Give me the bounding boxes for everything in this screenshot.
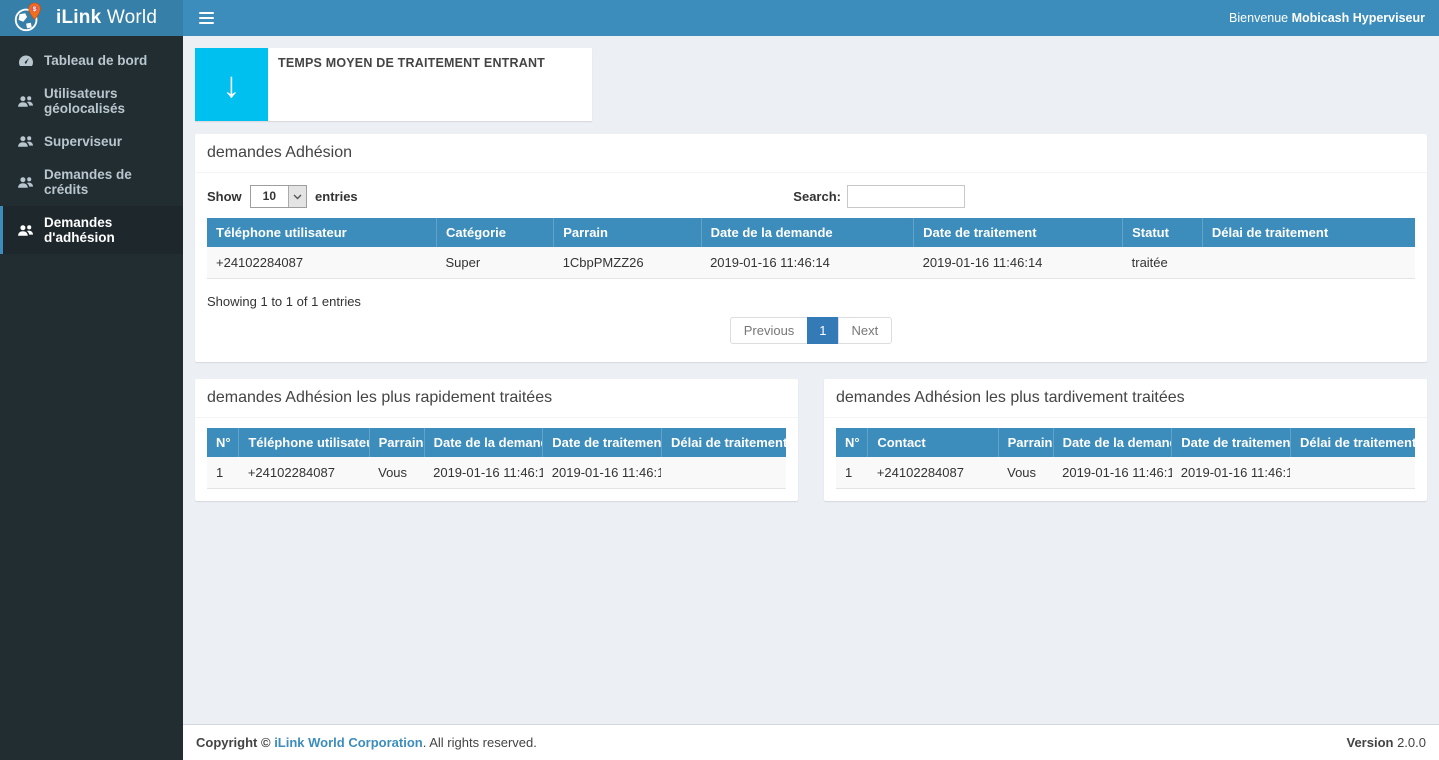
table-row: +24102284087Super1CbpPMZZ262019-01-16 11… xyxy=(207,247,1415,279)
footer: Copyright © iLink World Corporation. All… xyxy=(183,724,1439,760)
column-header[interactable]: Parrain xyxy=(554,218,701,247)
panel-rapidement-traitees: demandes Adhésion les plus rapidement tr… xyxy=(195,379,798,501)
sidebar-item-superviseur[interactable]: Superviseur xyxy=(0,125,183,158)
copyright-text: Copyright © iLink World Corporation. All… xyxy=(196,735,537,750)
users-icon xyxy=(17,176,34,189)
table-cell: +24102284087 xyxy=(868,457,998,489)
navbar: Bienvenue Mobicash Hyperviseur xyxy=(183,0,1439,36)
info-box-temps-moyen: ↓ TEMPS MOYEN DE TRAITEMENT ENTRANT xyxy=(195,48,592,121)
info-box-label: TEMPS MOYEN DE TRAITEMENT ENTRANT xyxy=(268,48,555,121)
table-cell xyxy=(1202,247,1415,279)
users-icon xyxy=(17,95,34,108)
sidebar-item-tableau-de-bord[interactable]: Tableau de bord xyxy=(0,44,183,77)
demandes-adhesion-table: Téléphone utilisateurCatégorieParrainDat… xyxy=(207,218,1415,279)
table-cell xyxy=(1290,457,1415,489)
next-page-button[interactable]: Next xyxy=(838,317,893,344)
version-text: Version 2.0.0 xyxy=(1347,735,1427,750)
column-header[interactable]: Catégorie xyxy=(437,218,554,247)
column-header: Parrain xyxy=(369,428,424,457)
table-header-row: Téléphone utilisateurCatégorieParrainDat… xyxy=(207,218,1415,247)
page-length-select[interactable]: 10 xyxy=(250,185,307,208)
search-input[interactable] xyxy=(847,185,965,208)
sidebar-item-label: Demandes de crédits xyxy=(44,167,171,197)
table-cell: 2019-01-16 11:46:14 xyxy=(543,457,662,489)
table-cell: traitée xyxy=(1123,247,1203,279)
table-info-text: Showing 1 to 1 of 1 entries xyxy=(207,294,1415,309)
welcome-message: Bienvenue Mobicash Hyperviseur xyxy=(1229,11,1439,25)
table-cell: Vous xyxy=(998,457,1053,489)
tardivement-traitees-table: N°ContactParrainDate de la demandeDate d… xyxy=(836,428,1415,489)
column-header: Date de la demande xyxy=(424,428,543,457)
ilink-corporation-link[interactable]: iLink World Corporation xyxy=(274,735,423,750)
content-area: ↓ TEMPS MOYEN DE TRAITEMENT ENTRANT dema… xyxy=(183,36,1439,724)
panel-title: demandes Adhésion xyxy=(195,134,1427,173)
table-row: 1+24102284087Vous2019-01-16 11:46:142019… xyxy=(836,457,1415,489)
table-cell xyxy=(661,457,786,489)
table-cell: 2019-01-16 11:46:14 xyxy=(424,457,543,489)
column-header: N° xyxy=(836,428,868,457)
column-header[interactable]: Téléphone utilisateur xyxy=(207,218,437,247)
users-icon xyxy=(17,224,34,237)
sidebar: Tableau de bord Utilisateurs géolocalisé… xyxy=(0,36,183,760)
column-header[interactable]: Statut xyxy=(1123,218,1203,247)
table-cell: +24102284087 xyxy=(239,457,369,489)
table-header-row: N°ContactParrainDate de la demandeDate d… xyxy=(836,428,1415,457)
column-header: Date de la demande xyxy=(1053,428,1172,457)
column-header: Contact xyxy=(868,428,998,457)
pagination: Previous 1 Next xyxy=(207,317,1415,344)
column-header[interactable]: Délai de traitement xyxy=(1202,218,1415,247)
app-window: $ iLink World Bienvenue Mobicash Hypervi… xyxy=(0,0,1439,760)
column-header: Téléphone utilisateur xyxy=(239,428,369,457)
table-cell: +24102284087 xyxy=(207,247,437,279)
search-label: Search: xyxy=(793,189,841,204)
sidebar-item-utilisateurs-geolocalises[interactable]: Utilisateurs géolocalisés xyxy=(0,77,183,125)
previous-page-button[interactable]: Previous xyxy=(730,317,809,344)
table-cell: Super xyxy=(437,247,554,279)
sidebar-item-label: Superviseur xyxy=(44,134,122,149)
panel-demandes-adhesion: demandes Adhésion Show 10 xyxy=(195,134,1427,362)
table-cell: 1CbpPMZZ26 xyxy=(554,247,701,279)
rapidement-traitees-table: N°Téléphone utilisateurParrainDate de la… xyxy=(207,428,786,489)
entries-label: entries xyxy=(315,189,358,204)
column-header: Délai de traitement xyxy=(661,428,786,457)
dashboard-icon xyxy=(17,54,34,68)
sidebar-toggle-icon[interactable] xyxy=(183,0,229,36)
brand-logo-area[interactable]: $ iLink World xyxy=(0,0,183,36)
sidebar-item-label: Demandes d'adhésion xyxy=(44,215,171,245)
table-cell: 2019-01-16 11:46:14 xyxy=(1053,457,1172,489)
panel-tardivement-traitees: demandes Adhésion les plus tardivement t… xyxy=(824,379,1427,501)
svg-text:$: $ xyxy=(33,6,37,13)
column-header: Date de traitement xyxy=(543,428,662,457)
table-cell: 1 xyxy=(836,457,868,489)
table-cell: 2019-01-16 11:46:14 xyxy=(914,247,1123,279)
column-header[interactable]: Date de la demande xyxy=(701,218,914,247)
column-header[interactable]: Date de traitement xyxy=(914,218,1123,247)
sidebar-item-label: Utilisateurs géolocalisés xyxy=(44,86,171,116)
table-cell: 2019-01-16 11:46:14 xyxy=(1172,457,1291,489)
table-cell: 2019-01-16 11:46:14 xyxy=(701,247,914,279)
arrow-down-icon: ↓ xyxy=(195,48,268,121)
panel-title: demandes Adhésion les plus tardivement t… xyxy=(824,379,1427,418)
chevron-down-icon xyxy=(288,186,306,207)
ilink-globe-logo-icon: $ xyxy=(12,2,44,34)
table-row: 1+24102284087Vous2019-01-16 11:46:142019… xyxy=(207,457,786,489)
table-header-row: N°Téléphone utilisateurParrainDate de la… xyxy=(207,428,786,457)
column-header: Parrain xyxy=(998,428,1053,457)
show-label: Show xyxy=(207,189,242,204)
page-length-control: Show 10 entries xyxy=(207,185,358,208)
page-1-button[interactable]: 1 xyxy=(807,317,838,344)
sidebar-item-label: Tableau de bord xyxy=(44,53,147,68)
column-header: Date de traitement xyxy=(1172,428,1291,457)
table-cell: Vous xyxy=(369,457,424,489)
sidebar-item-demandes-adhesion[interactable]: Demandes d'adhésion xyxy=(0,206,183,254)
users-icon xyxy=(17,135,34,148)
table-cell: 1 xyxy=(207,457,239,489)
column-header: Délai de traitement xyxy=(1290,428,1415,457)
top-navbar: $ iLink World Bienvenue Mobicash Hypervi… xyxy=(0,0,1439,36)
brand-title: iLink World xyxy=(56,7,157,29)
column-header: N° xyxy=(207,428,239,457)
sidebar-item-demandes-de-credits[interactable]: Demandes de crédits xyxy=(0,158,183,206)
panel-title: demandes Adhésion les plus rapidement tr… xyxy=(195,379,798,418)
